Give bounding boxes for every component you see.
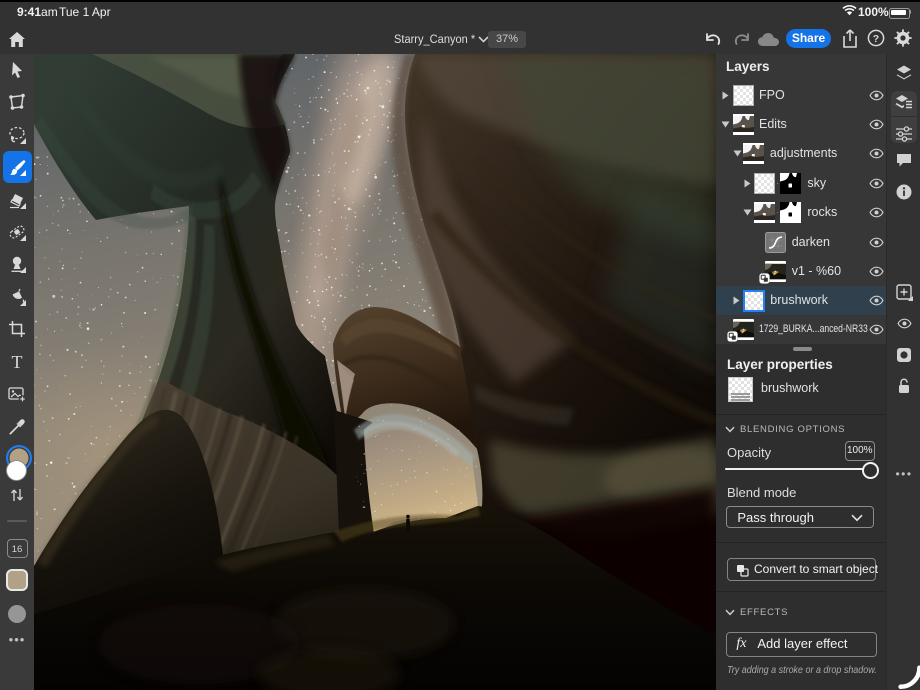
svg-text:?: ? [873, 33, 879, 45]
svg-text:T: T [12, 352, 23, 372]
